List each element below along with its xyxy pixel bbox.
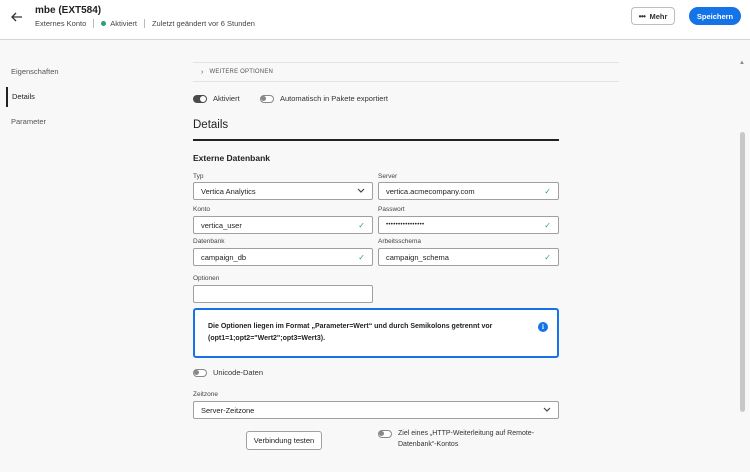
- page-title: mbe (EXT584): [35, 5, 102, 16]
- datenbank-field[interactable]: campaign_db ✓: [193, 248, 373, 266]
- more-dots-icon: •••: [638, 11, 646, 21]
- details-heading: Details: [193, 119, 229, 131]
- scrollbar[interactable]: ▲: [738, 60, 746, 472]
- typ-value: Vertica Analytics: [201, 186, 256, 196]
- auto-export-toggle[interactable]: [260, 94, 274, 103]
- checkmark-icon: ✓: [544, 220, 551, 230]
- http-relay-toggle-row[interactable]: Ziel eines „HTTP-Weiterleitung auf Remot…: [378, 428, 558, 450]
- divider: [143, 19, 145, 28]
- typ-label: Typ: [193, 173, 204, 180]
- more-button-label: Mehr: [649, 11, 668, 21]
- header-subline: Externes Konto Aktiviert Zuletzt geänder…: [35, 19, 255, 28]
- optionen-field[interactable]: [193, 285, 373, 303]
- status-badge: Aktiviert: [110, 19, 137, 28]
- chevron-right-icon: ›: [201, 68, 204, 76]
- auto-export-toggle-row[interactable]: Automatisch in Pakete exportiert: [260, 94, 388, 103]
- checkmark-icon: ✓: [358, 220, 365, 230]
- http-relay-label: Ziel eines „HTTP-Weiterleitung auf Remot…: [398, 430, 535, 448]
- app-header: mbe (EXT584) Externes Konto Aktiviert Zu…: [0, 0, 750, 40]
- weitere-optionen-label: WEITERE OPTIONEN: [209, 69, 274, 75]
- arbeitsschema-value: campaign_schema: [386, 252, 449, 262]
- typ-select[interactable]: Vertica Analytics: [193, 182, 373, 200]
- more-button[interactable]: ••• Mehr: [631, 7, 675, 25]
- weitere-optionen-expander[interactable]: › WEITERE OPTIONEN: [193, 62, 619, 82]
- modified-timestamp: Zuletzt geändert vor 6 Stunden: [151, 19, 255, 28]
- arbeitsschema-label: Arbeitsschema: [378, 238, 421, 245]
- datenbank-value: campaign_db: [201, 252, 247, 262]
- scroll-thumb[interactable]: [740, 132, 745, 412]
- activated-label: Aktiviert: [213, 94, 240, 103]
- datenbank-label: Datenbank: [193, 238, 225, 245]
- info-text: Die Optionen liegen im Format „Parameter…: [208, 323, 493, 342]
- server-value: vertica.acmecompany.com: [386, 186, 475, 196]
- main-content: › WEITERE OPTIONEN Aktiviert Automatisch…: [62, 40, 738, 472]
- test-connection-button[interactable]: Verbindung testen: [246, 431, 322, 450]
- checkmark-icon: ✓: [544, 186, 551, 196]
- passwort-label: Passwort: [378, 206, 405, 213]
- account-type: Externes Konto: [35, 19, 87, 28]
- status-dot-icon: [101, 21, 107, 26]
- sidebar-item-details[interactable]: Details: [6, 87, 62, 107]
- zeitzone-value: Server-Zeitzone: [201, 405, 255, 415]
- konto-field[interactable]: vertica_user ✓: [193, 216, 373, 234]
- activated-toggle-row[interactable]: Aktiviert: [193, 94, 240, 103]
- unicode-label: Unicode-Daten: [213, 368, 264, 377]
- info-icon: i: [538, 322, 548, 332]
- passwort-field[interactable]: •••••••••••••••• ✓: [378, 216, 559, 234]
- konto-value: vertica_user: [201, 220, 242, 230]
- sidebar-item-parameter[interactable]: Parameter: [6, 112, 62, 132]
- unicode-toggle-row[interactable]: Unicode-Daten: [193, 368, 263, 377]
- chevron-down-icon: [543, 407, 551, 414]
- server-field[interactable]: vertica.acmecompany.com ✓: [378, 182, 559, 200]
- external-db-heading: Externe Datenbank: [193, 153, 270, 163]
- divider: [93, 19, 95, 28]
- sidebar-item-eigenschaften[interactable]: Eigenschaften: [6, 62, 62, 82]
- http-relay-toggle[interactable]: [378, 430, 392, 438]
- back-arrow-icon[interactable]: [8, 8, 26, 26]
- optionen-label: Optionen: [193, 275, 220, 282]
- arbeitsschema-field[interactable]: campaign_schema ✓: [378, 248, 559, 266]
- konto-label: Konto: [193, 206, 210, 213]
- checkmark-icon: ✓: [358, 252, 365, 262]
- zeitzone-label: Zeitzone: [193, 391, 218, 398]
- activated-toggle[interactable]: [193, 94, 207, 103]
- save-button[interactable]: Speichern: [689, 7, 741, 25]
- info-box: Die Optionen liegen im Format „Parameter…: [193, 308, 559, 358]
- server-label: Server: [378, 173, 398, 180]
- chevron-down-icon: [357, 188, 365, 195]
- unicode-toggle[interactable]: [193, 368, 207, 377]
- passwort-value: ••••••••••••••••: [386, 222, 425, 228]
- scroll-up-icon[interactable]: ▲: [739, 60, 745, 66]
- zeitzone-select[interactable]: Server-Zeitzone: [193, 401, 559, 419]
- checkmark-icon: ✓: [544, 252, 551, 262]
- auto-export-label: Automatisch in Pakete exportiert: [280, 94, 388, 103]
- details-rule: [193, 139, 559, 141]
